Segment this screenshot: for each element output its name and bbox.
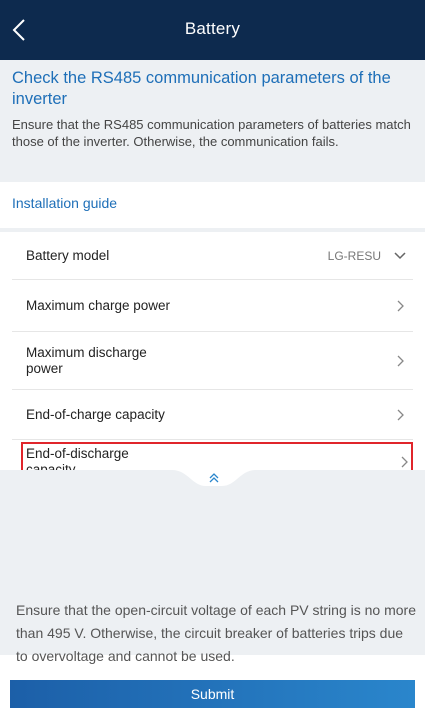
pv-voltage-tip: Ensure that the open-circuit voltage of …: [16, 602, 416, 664]
notice-panel: Check the RS485 communication parameters…: [0, 60, 425, 182]
maximum-charge-power-row[interactable]: Maximum charge power: [12, 280, 413, 332]
chevron-right-icon: [401, 456, 408, 468]
collapse-handle[interactable]: [172, 470, 256, 488]
notice-title: Check the RS485 communication parameters…: [12, 69, 391, 108]
battery-model-value: LG-RESU: [327, 248, 381, 263]
row-label: Maximum charge power: [26, 297, 171, 313]
maximum-discharge-power-row[interactable]: Maximum discharge power: [12, 332, 413, 390]
notice-text: Ensure that the RS485 communication para…: [12, 117, 411, 149]
row-label: End-of-charge capacity: [26, 406, 165, 422]
chevron-down-icon: [394, 251, 406, 259]
app-header: Battery: [0, 0, 425, 60]
page-title: Battery: [184, 19, 241, 38]
installation-guide-link[interactable]: Installation guide: [0, 182, 425, 228]
end-of-charge-capacity-row[interactable]: End-of-charge capacity: [12, 390, 413, 440]
tip-panel: Ensure that the open-circuit voltage of …: [0, 470, 425, 664]
chevron-right-icon: [397, 409, 404, 420]
battery-model-select[interactable]: Battery model LG-RESU: [12, 232, 413, 280]
chevron-right-icon: [397, 300, 404, 311]
double-chevron-up-icon: [209, 473, 219, 483]
row-label: Battery model: [26, 247, 110, 263]
submit-button[interactable]: Submit: [10, 680, 415, 708]
settings-list: Battery model LG-RESU Maximum charge pow…: [0, 232, 425, 482]
row-label: Maximum discharge power: [26, 344, 147, 376]
chevron-right-icon: [397, 355, 404, 366]
